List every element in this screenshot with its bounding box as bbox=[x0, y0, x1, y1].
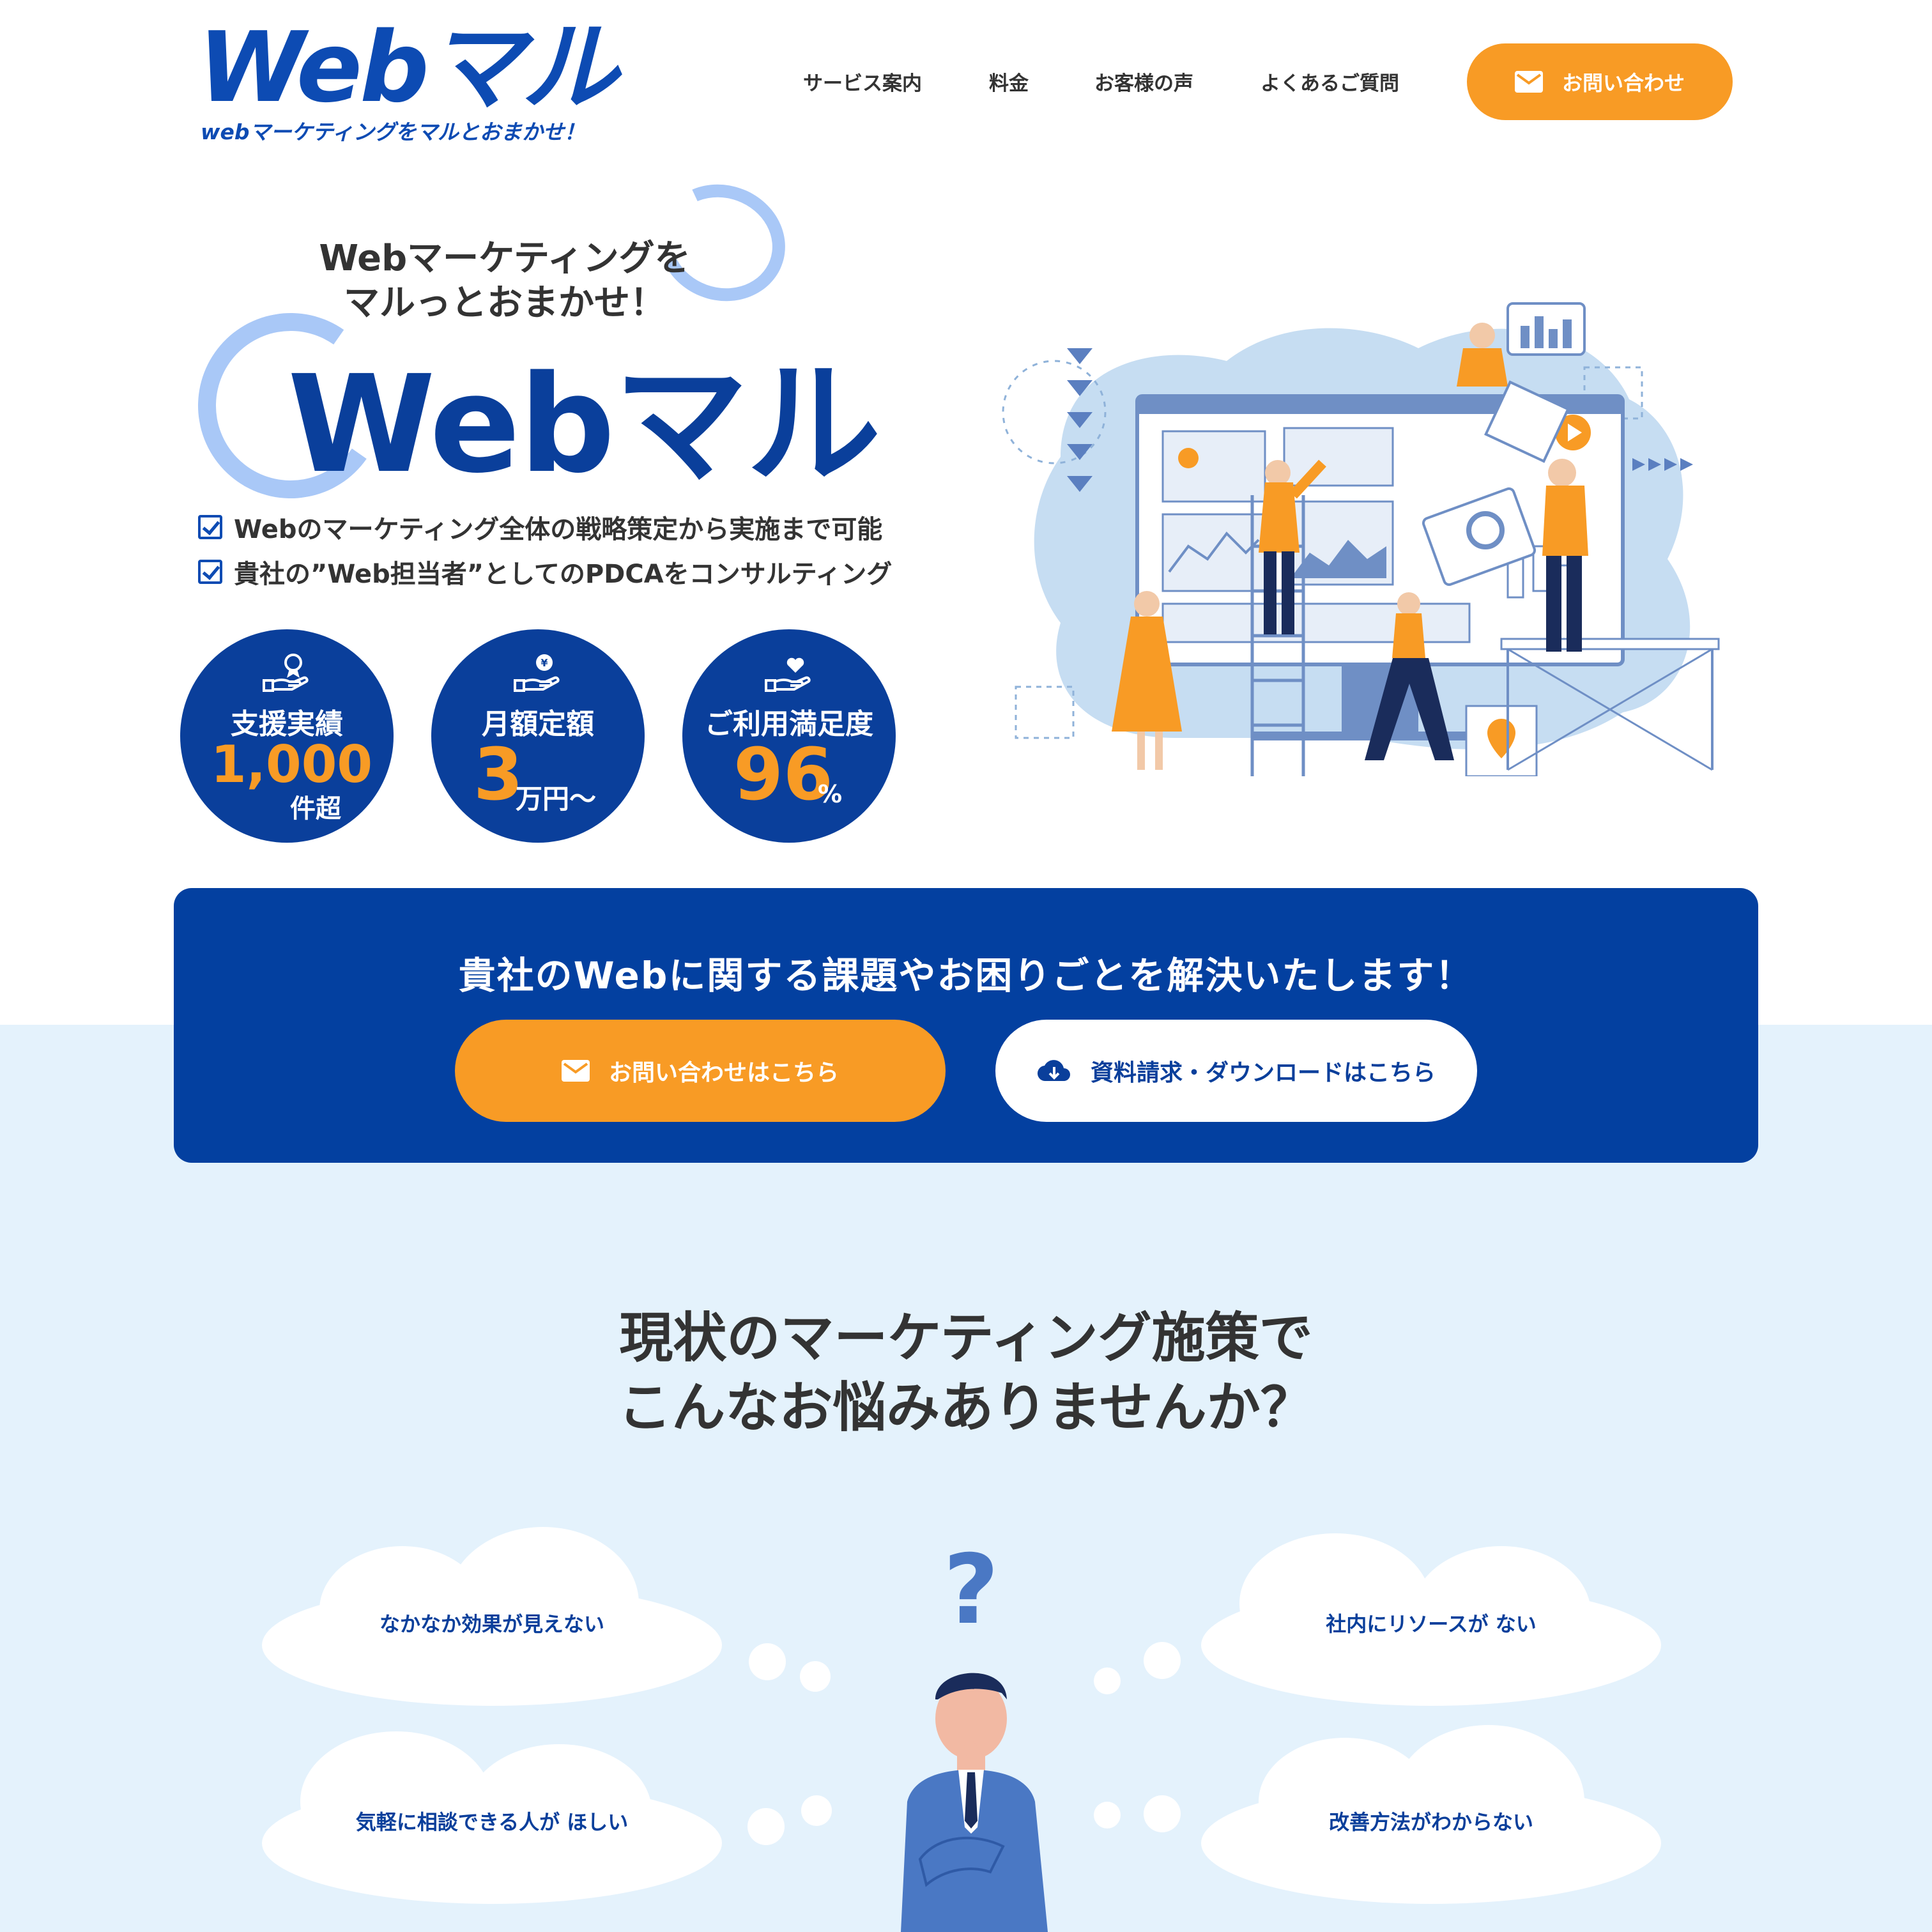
screen-card bbox=[1162, 430, 1266, 503]
cta-band: 貴社のWebに関する課題やお困りごとを解決いたします！ お問い合わせはこちら 資… bbox=[174, 888, 1758, 1163]
stat-label: 月額定額 bbox=[482, 708, 594, 740]
hero-illustration bbox=[1002, 302, 1720, 776]
worry-text: なかなか効果が見えない bbox=[379, 1612, 604, 1636]
hero-tagline-line1: Webマーケティングを bbox=[319, 238, 691, 279]
worry-text: 改善方法がわからない bbox=[1328, 1810, 1533, 1834]
stat-unit: 件超 bbox=[290, 794, 341, 824]
cloud-download-icon bbox=[1037, 1060, 1070, 1082]
worry-cloud: 気軽に相談できる人が ほしい bbox=[262, 1725, 722, 1917]
header-contact-button[interactable]: お問い合わせ bbox=[1467, 43, 1733, 120]
dashed-box bbox=[1015, 686, 1075, 739]
stat-support-record: 支援実績 1,000 件超 bbox=[180, 629, 394, 843]
worry-cloud: 改善方法がわからない bbox=[1201, 1725, 1661, 1917]
thought-dot bbox=[749, 1643, 786, 1680]
nav-item-services[interactable]: サービス案内 bbox=[803, 67, 922, 96]
cta-download-label: 資料請求・ダウンロードはこちら bbox=[1090, 1060, 1436, 1086]
checkbox-icon bbox=[198, 560, 222, 584]
hero-tagline: Webマーケティングを マルっとおまかせ！ bbox=[281, 236, 792, 326]
hero-tagline-line2: マルっとおまかせ！ bbox=[344, 282, 666, 324]
stat-value: 1,000 bbox=[211, 735, 373, 794]
thought-dot bbox=[1144, 1642, 1181, 1679]
worry-cloud: なかなか効果が見えない bbox=[262, 1527, 722, 1719]
stat-unit: 万円〜 bbox=[516, 783, 597, 815]
yen-hand-icon: ¥ bbox=[514, 654, 560, 692]
award-hand-icon bbox=[263, 654, 309, 692]
thought-dot bbox=[800, 1661, 831, 1692]
screen-card bbox=[1283, 427, 1394, 487]
mail-icon bbox=[1514, 71, 1543, 93]
worry-text: 気軽に相談できる人が ほしい bbox=[355, 1810, 629, 1834]
worry-text: 社内にリソースが ない bbox=[1326, 1612, 1537, 1636]
cta-download-button[interactable]: 資料請求・ダウンロードはこちら bbox=[995, 1020, 1477, 1122]
thought-dot bbox=[1094, 1802, 1121, 1828]
checkbox-icon bbox=[198, 515, 222, 539]
worries-title: 現状のマーケティング施策で こんなお悩みありませんか？ bbox=[0, 1303, 1932, 1443]
heart-hand-icon bbox=[765, 657, 811, 692]
thought-dot bbox=[747, 1808, 785, 1845]
stat-unit: % bbox=[818, 780, 843, 808]
worries-title-line1: 現状のマーケティング施策で bbox=[619, 1307, 1313, 1369]
svg-text:¥: ¥ bbox=[540, 657, 548, 669]
header-contact-label: お問い合わせ bbox=[1561, 71, 1685, 95]
logo-tagline: webマーケティングをマルとおまかせ！ bbox=[201, 119, 585, 144]
logo-wordmark: Webマル bbox=[198, 11, 618, 124]
feature-text: 貴社の”Web担当者”としてのPDCAをコンサルティング bbox=[234, 560, 893, 589]
nav-item-pricing[interactable]: 料金 bbox=[989, 67, 1029, 96]
cta-contact-label: お問い合わせはこちら bbox=[608, 1060, 839, 1086]
worries-title-line2: こんなお悩みありませんか？ bbox=[618, 1376, 1314, 1439]
thought-dot bbox=[1144, 1795, 1181, 1832]
bar-chart-bubble bbox=[1506, 302, 1586, 356]
cta-heading: 貴社のWebに関する課題やお困りごとを解決いたします！ bbox=[458, 954, 1474, 997]
feature-item: Webのマーケティング全体の戦略策定から実施まで可能 bbox=[198, 509, 882, 546]
site-logo[interactable]: Webマル webマーケティングをマルとおまかせ！ bbox=[198, 19, 618, 145]
thought-dot bbox=[1094, 1667, 1121, 1694]
thought-dot bbox=[801, 1795, 832, 1826]
feature-text: Webのマーケティング全体の戦略策定から実施まで可能 bbox=[234, 515, 883, 544]
stat-monthly-fee: ¥ 月額定額 3 万円〜 bbox=[431, 629, 645, 843]
lightbulb-icon bbox=[1178, 448, 1199, 468]
question-mark-icon: ? bbox=[943, 1535, 999, 1646]
hero-title: Webマル bbox=[288, 346, 881, 503]
feature-item: 貴社の”Web担当者”としてのPDCAをコンサルティング bbox=[198, 553, 892, 590]
worry-cloud: 社内にリソースが ない bbox=[1201, 1527, 1661, 1719]
cta-contact-button[interactable]: お問い合わせはこちら bbox=[455, 1020, 946, 1122]
thinking-person-illustration: ? bbox=[901, 1535, 1048, 1932]
nav-item-faq[interactable]: よくあるご質問 bbox=[1261, 67, 1399, 96]
nav-item-testimonials[interactable]: お客様の声 bbox=[1094, 67, 1193, 96]
stat-satisfaction: ご利用満足度 96 % bbox=[682, 629, 896, 843]
work-table bbox=[1500, 638, 1720, 650]
mail-icon bbox=[561, 1060, 590, 1082]
